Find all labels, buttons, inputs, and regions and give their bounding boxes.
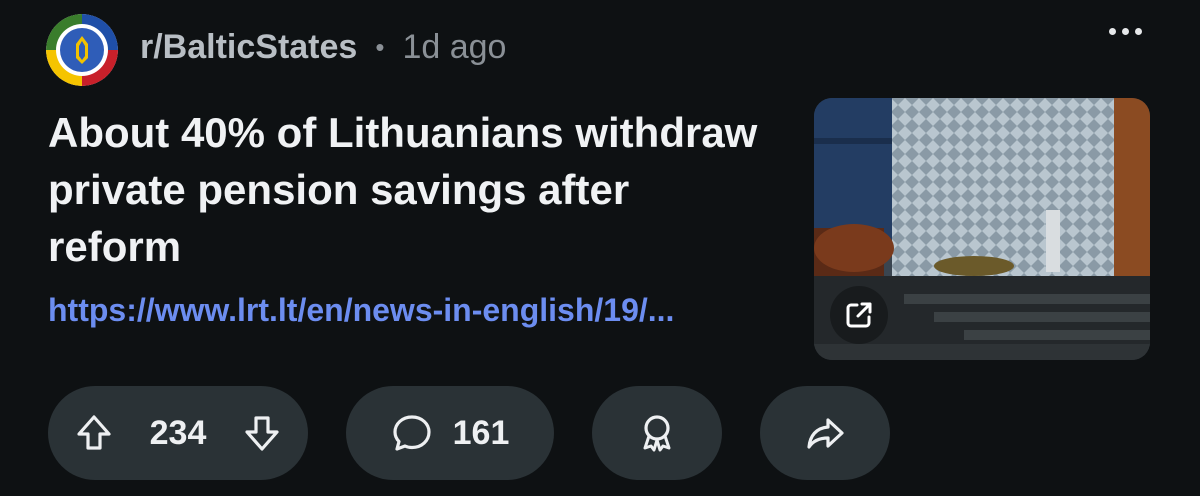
share-arrow-icon <box>804 412 846 454</box>
upvote-count: 234 <box>149 413 207 452</box>
post-link[interactable]: https://www.lrt.lt/en/news-in-english/19… <box>48 292 800 329</box>
more-dot <box>1109 28 1116 35</box>
subreddit-name[interactable]: r/BalticStates <box>140 28 357 67</box>
external-link-icon[interactable] <box>830 286 888 344</box>
subreddit-avatar[interactable] <box>46 14 118 86</box>
post-meta: r/BalticStates • 1d ago <box>140 28 506 67</box>
post-title[interactable]: About 40% of Lithuanians withdraw privat… <box>48 104 768 275</box>
post-time: 1d ago <box>402 28 507 66</box>
more-dot <box>1135 28 1142 35</box>
award-icon <box>636 412 678 454</box>
comment-count: 161 <box>452 413 510 452</box>
comments-button[interactable]: 161 <box>346 386 554 480</box>
award-button[interactable] <box>592 386 722 480</box>
arrow-down-icon[interactable] <box>242 413 282 453</box>
meta-separator: • <box>375 32 385 62</box>
more-dot <box>1122 28 1129 35</box>
post-actions: 234 161 <box>48 386 890 480</box>
arrow-up-icon[interactable] <box>74 413 114 453</box>
link-thumbnail[interactable] <box>814 98 1150 360</box>
more-options-icon[interactable] <box>1109 28 1142 35</box>
share-button[interactable] <box>760 386 890 480</box>
comment-bubble-icon <box>391 412 433 454</box>
vote-control: 234 <box>48 386 308 480</box>
